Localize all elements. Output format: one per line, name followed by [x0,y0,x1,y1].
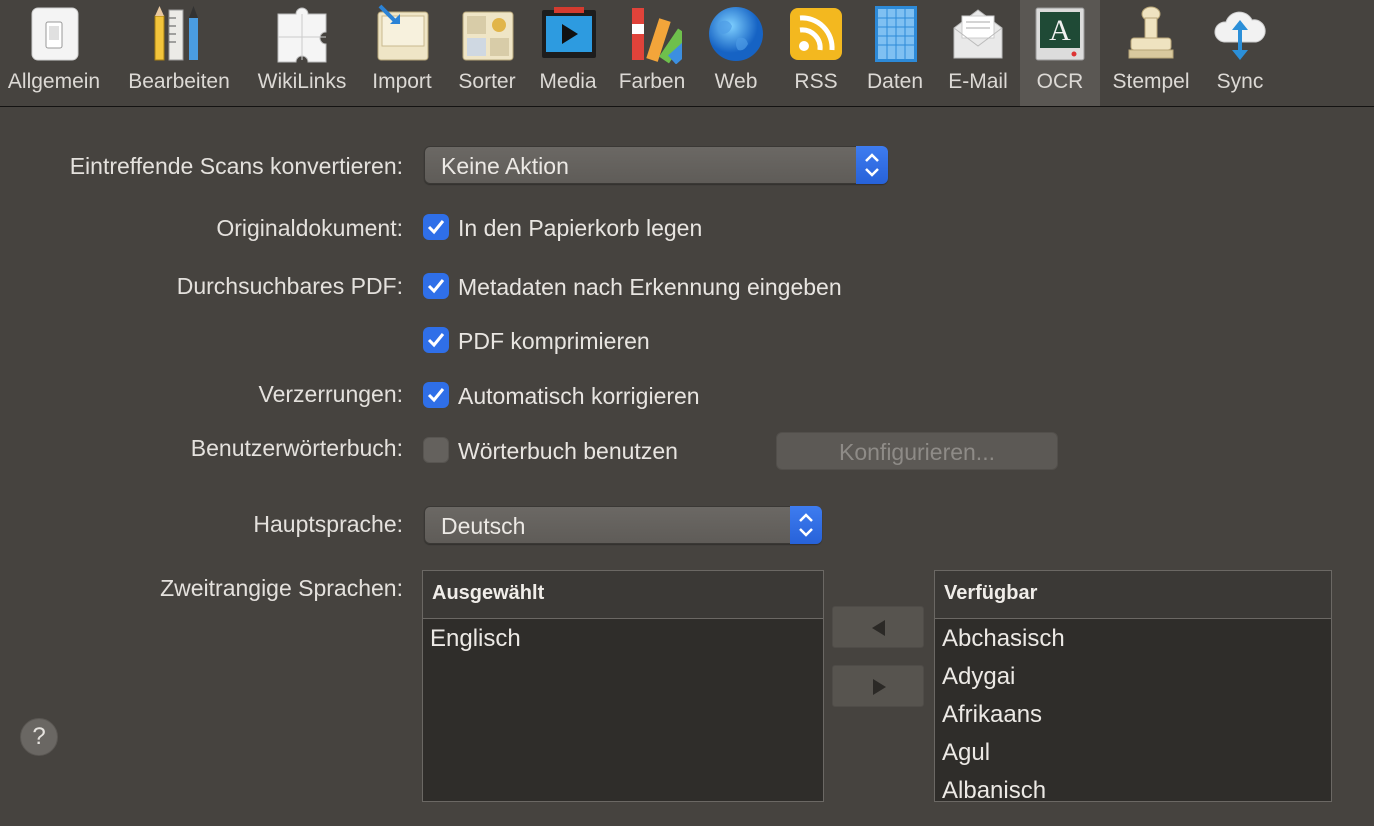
tab-sorter[interactable]: Sorter [452,0,522,106]
list-item[interactable]: Englisch [423,619,823,657]
data-grid-icon [875,6,917,62]
trash-checkbox-label: In den Papierkorb legen [458,215,703,241]
envelope-icon [953,9,1003,59]
list-item[interactable]: Afrikaans [935,695,1331,733]
distortion-checkbox[interactable] [423,382,449,408]
rss-icon [790,8,842,60]
tab-allgemein[interactable]: Allgemein [2,0,106,106]
ocr-icon: A [1035,7,1085,61]
checkmark-icon [427,279,445,294]
tab-import[interactable]: Import [366,0,438,106]
metadata-checkbox[interactable] [423,273,449,299]
list-item[interactable]: Abchasisch [935,619,1331,657]
scans-popup[interactable]: Keine Aktion [424,146,888,184]
available-languages-table[interactable]: Verfügbar Abchasisch Adygai Afrikaans Ag… [934,570,1332,802]
configure-button-label: Konfigurieren... [839,439,995,465]
color-swatch-icon [632,8,682,64]
switch-icon [31,7,79,61]
main-language-popup[interactable]: Deutsch [424,506,822,544]
tab-media[interactable]: Media [536,0,600,106]
pdf-label: Durchsuchbares PDF: [176,273,403,299]
triangle-right-icon [873,679,886,695]
puzzle-icon [277,7,327,63]
chevron-updown-icon [856,146,888,184]
tab-email[interactable]: E-Mail [942,0,1014,106]
list-item[interactable]: Agul [935,733,1331,771]
list-item[interactable]: Adygai [935,657,1331,695]
move-left-button[interactable] [832,606,924,648]
pencil-ruler-icon [154,6,198,61]
preferences-toolbar: Allgemein Bearbeiten WikiLinks Import So… [0,0,1374,107]
tab-bearbeiten[interactable]: Bearbeiten [122,0,236,106]
tab-ocr[interactable]: A OCR [1020,0,1100,106]
selected-languages-table[interactable]: Ausgewählt Englisch [422,570,824,802]
distortion-label: Verzerrungen: [258,381,403,407]
svg-text:A: A [1049,14,1071,47]
main-language-label: Hauptsprache: [253,511,403,537]
tab-rss[interactable]: RSS [784,0,848,106]
dictionary-label: Benutzerwörterbuch: [190,435,403,461]
checkmark-icon [427,333,445,348]
triangle-left-icon [872,620,885,636]
cloud-sync-icon [1214,11,1266,60]
dictionary-checkbox-label: Wörterbuch benutzen [458,438,678,464]
tab-daten[interactable]: Daten [862,0,928,106]
list-item[interactable]: Albanisch [935,771,1331,801]
media-icon [542,7,596,58]
tab-stempel[interactable]: Stempel [1106,0,1196,106]
compress-checkbox[interactable] [423,327,449,353]
move-right-button[interactable] [832,665,924,707]
available-table-header[interactable]: Verfügbar [935,571,1331,619]
checkmark-icon [427,388,445,403]
configure-button[interactable]: Konfigurieren... [776,432,1058,470]
original-label: Originaldokument: [216,215,403,241]
main-language-value: Deutsch [441,513,526,539]
checkmark-icon [427,220,445,235]
chevron-updown-icon [790,506,822,544]
tab-sync[interactable]: Sync [1204,0,1276,106]
globe-icon [709,7,763,61]
compress-checkbox-label: PDF komprimieren [458,328,650,354]
import-icon [377,4,429,61]
selected-table-header[interactable]: Ausgewählt [423,571,823,619]
stamp-icon [1128,6,1174,59]
sorter-icon [462,11,514,61]
scans-popup-value: Keine Aktion [441,153,569,179]
metadata-checkbox-label: Metadaten nach Erkennung eingeben [458,274,842,300]
dictionary-checkbox[interactable] [423,437,449,463]
distortion-checkbox-label: Automatisch korrigieren [458,383,700,409]
tab-wikilinks[interactable]: WikiLinks [252,0,352,106]
trash-checkbox[interactable] [423,214,449,240]
help-button[interactable]: ? [20,718,58,756]
tab-farben[interactable]: Farben [614,0,690,106]
secondary-languages-label: Zweitrangige Sprachen: [160,575,403,601]
scans-label: Eintreffende Scans konvertieren: [69,153,403,179]
tab-web[interactable]: Web [704,0,768,106]
